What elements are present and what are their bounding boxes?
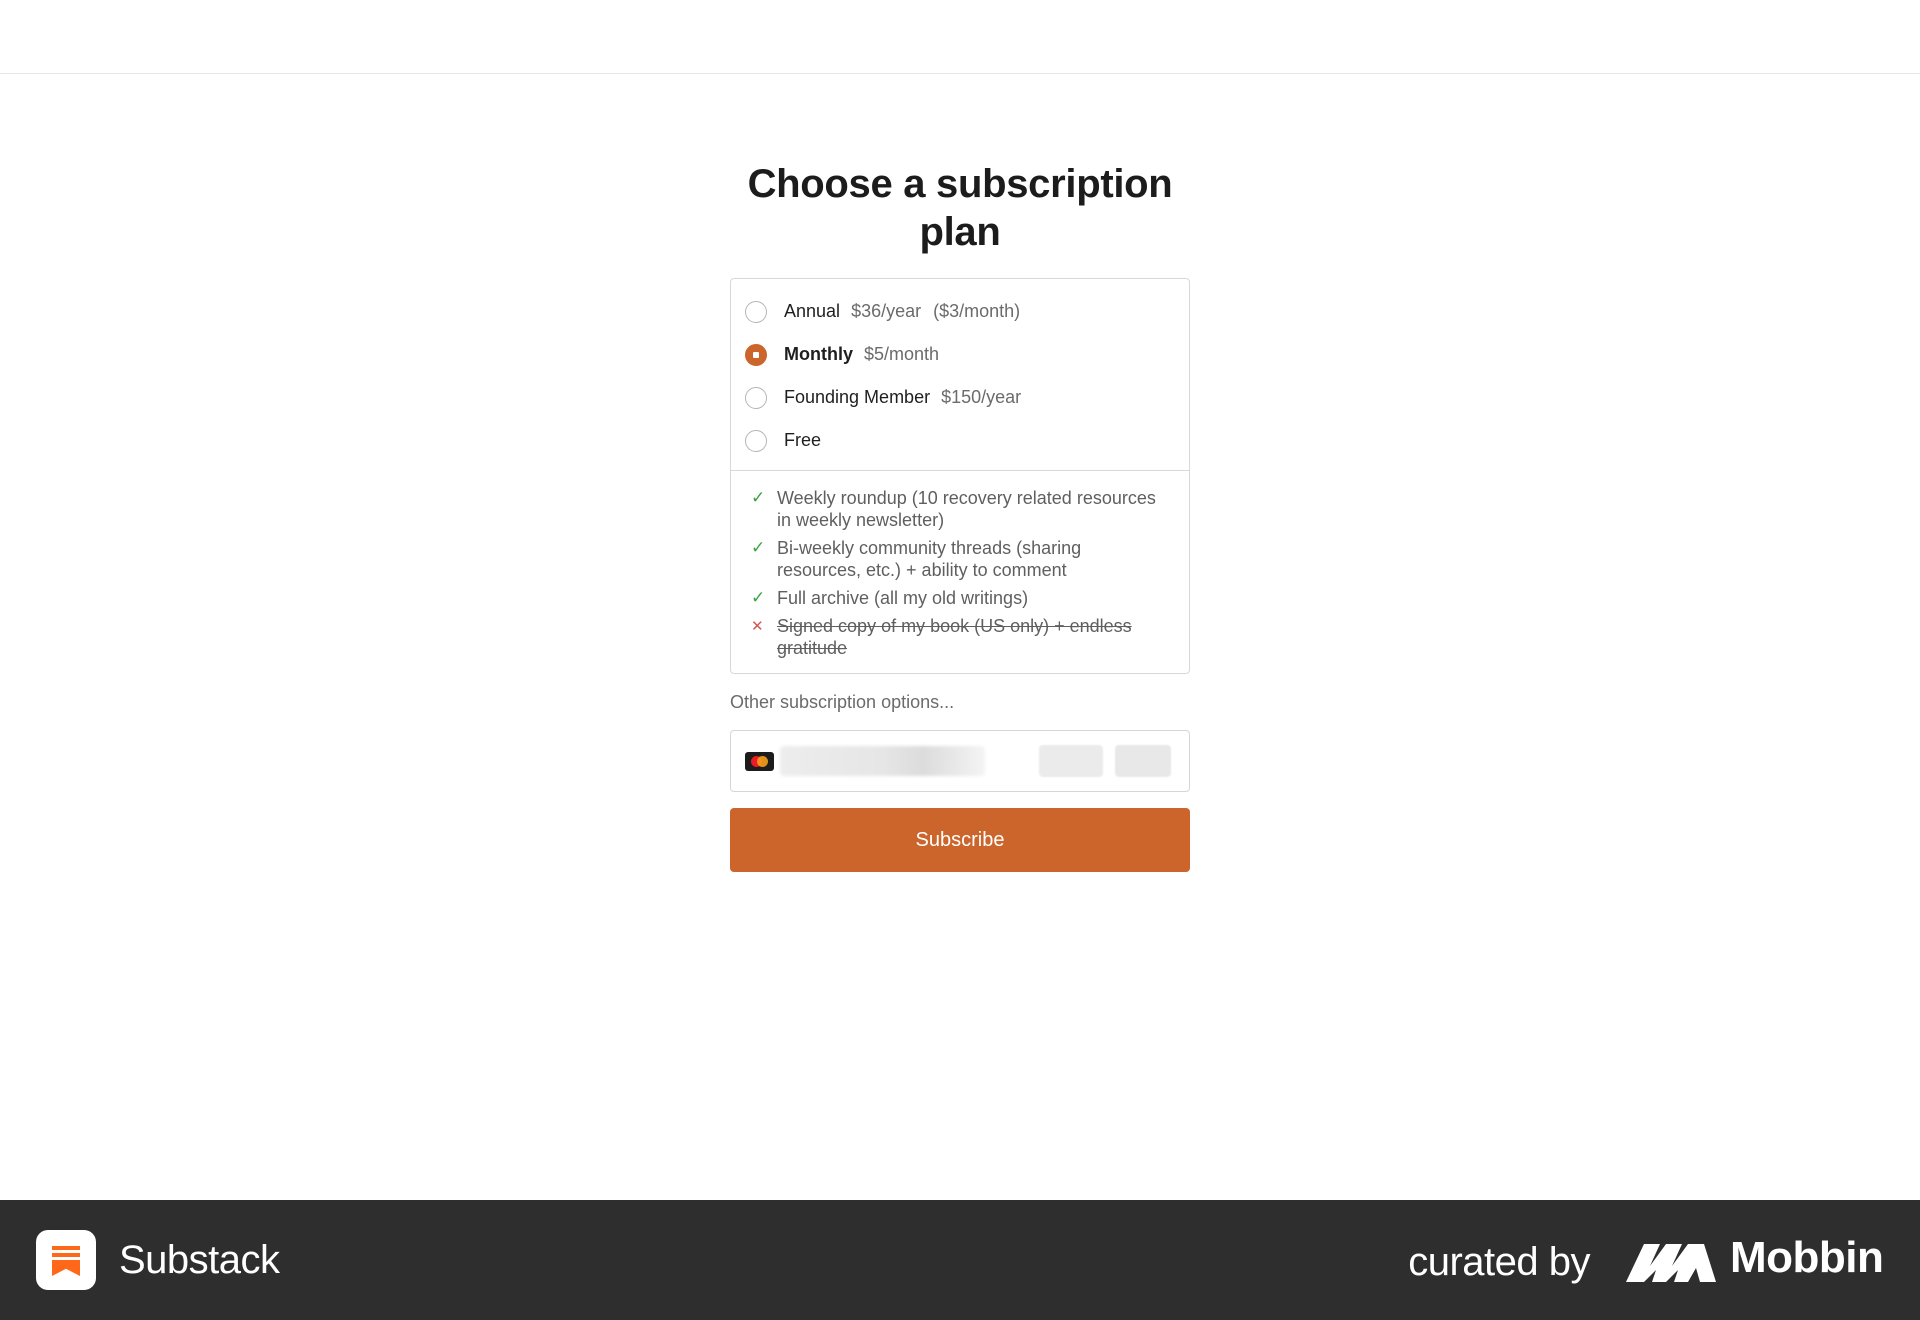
subscribe-button[interactable]: Subscribe xyxy=(730,808,1190,872)
curator-name: Mobbin xyxy=(1730,1233,1884,1282)
plan-name: Free xyxy=(784,430,822,450)
plan-name: Annual xyxy=(784,301,841,321)
card-input-field[interactable] xyxy=(730,730,1190,792)
footer-bar: Substack curated by Mobbin xyxy=(0,1200,1920,1320)
feature-item: ✓ Bi-weekly community threads (sharing r… xyxy=(751,537,1169,581)
card-cvc-input[interactable] xyxy=(1115,745,1171,777)
cross-icon: ✕ xyxy=(751,617,764,635)
plan-option-annual[interactable]: Annual $36/year ($3/month) xyxy=(745,290,1175,333)
plan-price: $5/month xyxy=(864,344,940,364)
feature-item: ✓ Full archive (all my old writings) xyxy=(751,587,1169,609)
plan-features-list: ✓ Weekly roundup (10 recovery related re… xyxy=(731,471,1189,673)
feature-text: Full archive (all my old writings) xyxy=(777,588,1029,608)
radio-free[interactable] xyxy=(745,429,767,452)
check-icon: ✓ xyxy=(751,488,766,508)
radio-monthly-selected[interactable] xyxy=(745,343,767,366)
plan-name: Founding Member xyxy=(784,387,931,407)
feature-item: ✓ Weekly roundup (10 recovery related re… xyxy=(751,487,1169,531)
top-navigation-bar xyxy=(0,0,1920,74)
curated-by-label: curated by xyxy=(1408,1240,1590,1284)
plan-name: Monthly xyxy=(784,344,853,364)
page-title: Choose a subscription plan xyxy=(730,160,1190,256)
check-icon: ✓ xyxy=(751,588,766,608)
card-number-input[interactable] xyxy=(780,746,985,776)
feature-text: Bi-weekly community threads (sharing res… xyxy=(777,538,1082,580)
check-icon: ✓ xyxy=(751,538,766,558)
feature-text: Weekly roundup (10 recovery related reso… xyxy=(777,488,1156,530)
substack-app-icon xyxy=(36,1230,96,1290)
plan-selector: Annual $36/year ($3/month) Monthly $5/mo… xyxy=(730,278,1190,674)
plan-option-founding-member[interactable]: Founding Member $150/year xyxy=(745,376,1175,419)
feature-item-excluded: ✕ Signed copy of my book (US only) + end… xyxy=(751,615,1169,659)
subscription-form: Choose a subscription plan Annual $36/ye… xyxy=(730,160,1190,872)
plan-price: $36/year xyxy=(851,301,922,321)
plan-monthly-equivalent: ($3/month) xyxy=(933,301,1021,321)
app-name: Substack xyxy=(119,1238,280,1282)
plan-option-free[interactable]: Free xyxy=(745,419,1175,462)
radio-annual[interactable] xyxy=(745,300,767,323)
radio-founding-member[interactable] xyxy=(745,386,767,409)
card-expiry-input[interactable] xyxy=(1039,745,1103,777)
plan-options: Annual $36/year ($3/month) Monthly $5/mo… xyxy=(731,279,1189,470)
other-subscription-options-link[interactable]: Other subscription options... xyxy=(730,692,954,713)
plan-price: $150/year xyxy=(941,387,1022,407)
page-title-text: Choose a subscription plan xyxy=(747,162,1173,254)
feature-text: Signed copy of my book (US only) + endle… xyxy=(777,616,1132,658)
mobbin-logo-icon xyxy=(1626,1244,1716,1282)
mastercard-icon xyxy=(745,751,774,771)
plan-option-monthly[interactable]: Monthly $5/month xyxy=(745,333,1175,376)
